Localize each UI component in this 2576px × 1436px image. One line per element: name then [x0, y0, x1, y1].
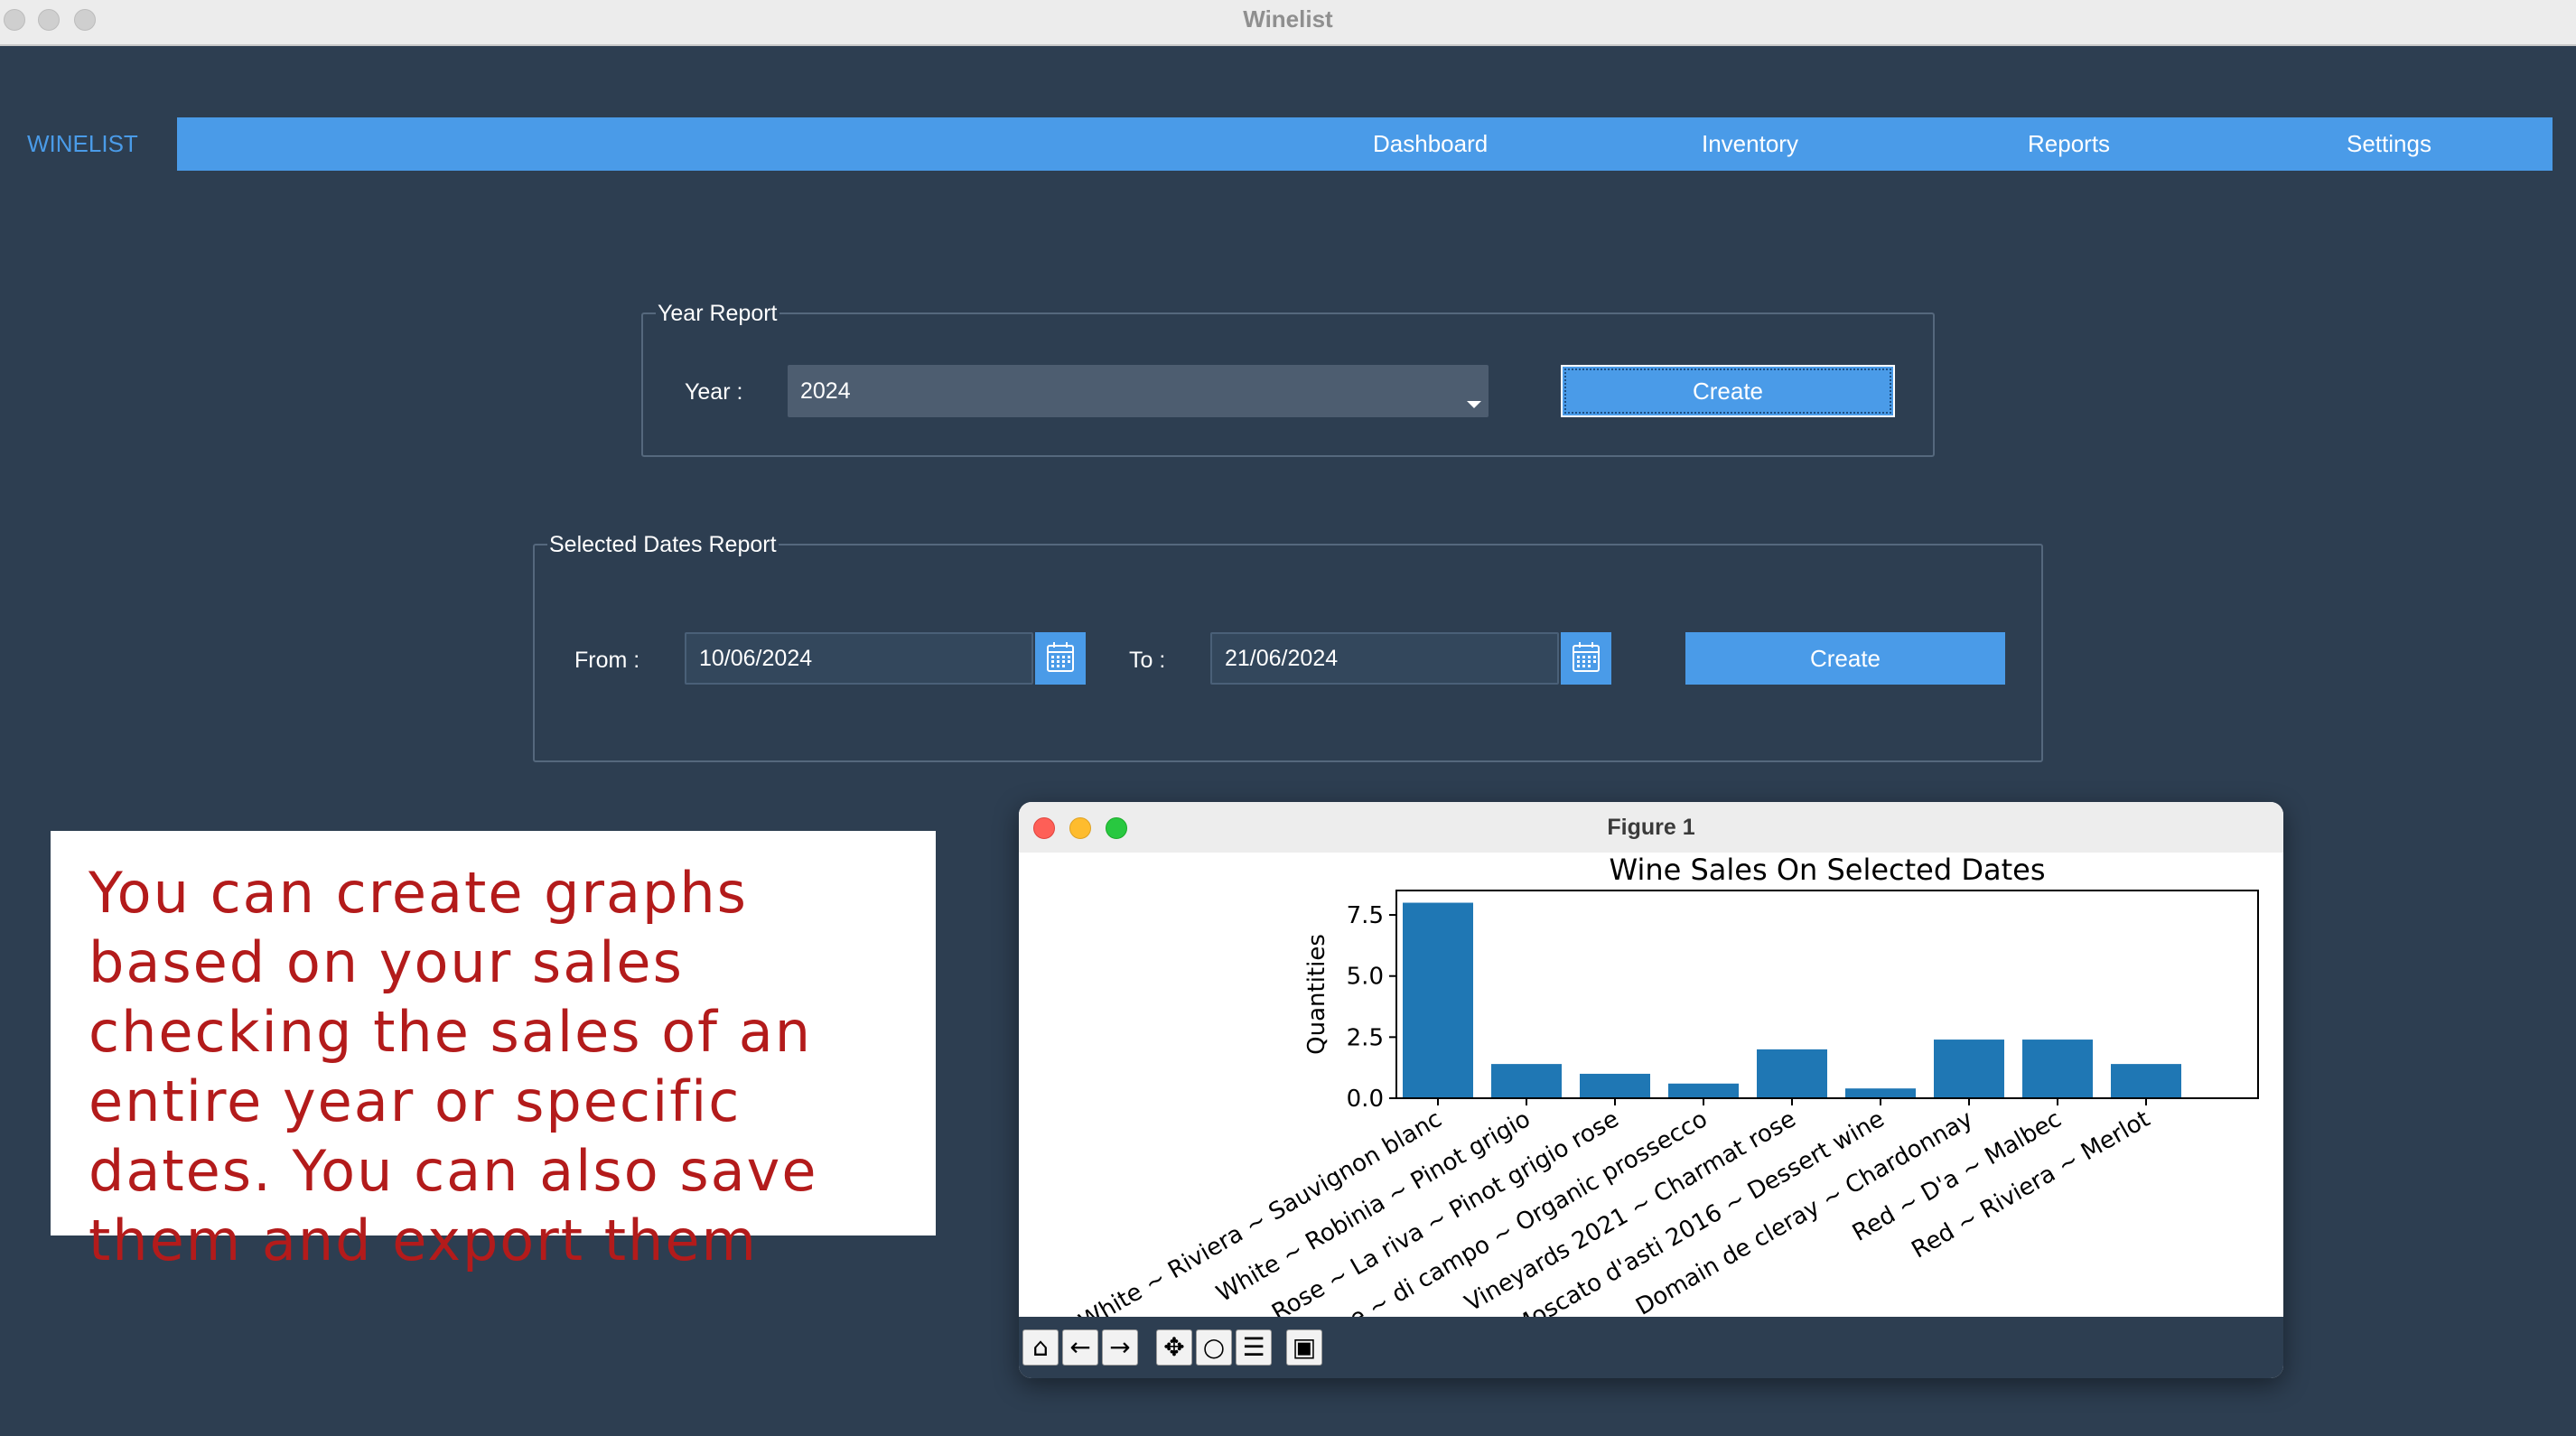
year-report-title: Year Report	[656, 300, 779, 327]
dates-report-title: Selected Dates Report	[547, 531, 779, 558]
year-select-value: 2024	[800, 378, 851, 404]
to-date-value: 21/06/2024	[1225, 646, 1339, 671]
nav-item-dashboard[interactable]: Dashboard	[1373, 117, 1488, 171]
back-arrow-icon[interactable]: ←	[1062, 1329, 1098, 1366]
dates-create-button[interactable]: Create	[1685, 632, 2005, 685]
dates-report-group: Selected Dates Report From : 10/06/2024 …	[533, 531, 2043, 762]
save-icon[interactable]: ▣	[1286, 1329, 1322, 1366]
bar	[1491, 1064, 1562, 1098]
figure-window: Figure 1 Wine Sales On Selected Dates Qu…	[1019, 802, 2283, 1378]
chart-title: Wine Sales On Selected Dates	[1610, 853, 2046, 887]
y-tick-label: 2.5	[1347, 1024, 1384, 1051]
pan-icon[interactable]: ✥	[1156, 1329, 1192, 1366]
bar	[1757, 1049, 1827, 1098]
brand-label[interactable]: WINELIST	[27, 130, 138, 158]
bar	[2111, 1064, 2181, 1098]
to-date-input[interactable]: 21/06/2024	[1210, 632, 1559, 685]
nav-item-reports[interactable]: Reports	[2028, 117, 2110, 171]
calendar-icon	[1573, 642, 1600, 672]
y-tick-label: 0.0	[1347, 1086, 1384, 1113]
bar	[1403, 902, 1473, 1098]
figure-title: Figure 1	[1607, 815, 1695, 840]
callout-box: You can create graphs based on your sale…	[51, 831, 936, 1273]
from-calendar-button[interactable]	[1035, 632, 1086, 685]
nav-bar: Dashboard Inventory Reports Settings	[177, 117, 2553, 171]
bar	[1934, 1040, 2004, 1098]
nav-item-inventory[interactable]: Inventory	[1702, 117, 1798, 171]
bar	[2022, 1040, 2093, 1098]
app-window: Winelist WINELIST Dashboard Inventory Re…	[0, 0, 2576, 1436]
window-title: Winelist	[1243, 5, 1333, 33]
y-axis-label: Quantities	[1303, 934, 1330, 1055]
y-tick-label: 5.0	[1347, 964, 1384, 991]
from-date-input[interactable]: 10/06/2024	[685, 632, 1033, 685]
sales-chart: Wine Sales On Selected Dates Quantities …	[1075, 853, 2259, 1317]
bar	[1580, 1073, 1650, 1098]
figure-toolbar: ⌂ ← → ✥ ○ ☰ ▣	[1019, 1317, 2283, 1378]
calendar-icon	[1047, 642, 1074, 672]
from-date-value: 10/06/2024	[699, 646, 813, 671]
year-label: Year :	[685, 379, 743, 405]
title-bar: Winelist	[0, 0, 2576, 46]
configure-subplots-icon[interactable]: ☰	[1236, 1329, 1272, 1366]
forward-arrow-icon[interactable]: →	[1102, 1329, 1138, 1366]
bar	[1668, 1083, 1739, 1098]
year-create-button[interactable]: Create	[1561, 365, 1895, 417]
bar	[1845, 1088, 1916, 1098]
nav-item-settings[interactable]: Settings	[2347, 117, 2431, 171]
home-icon[interactable]: ⌂	[1022, 1329, 1059, 1366]
year-report-group: Year Report Year : 2024 Create	[641, 300, 1935, 457]
from-label: From :	[574, 648, 640, 673]
zoom-icon[interactable]: ○	[1196, 1329, 1232, 1366]
year-select[interactable]: 2024	[788, 365, 1489, 417]
to-calendar-button[interactable]	[1561, 632, 1611, 685]
chevron-down-icon	[1467, 401, 1481, 408]
callout-text: You can create graphs based on your sale…	[89, 860, 818, 1273]
figure-canvas: Wine Sales On Selected Dates Quantities …	[1019, 853, 2283, 1317]
y-tick-label: 7.5	[1347, 902, 1384, 929]
to-label: To :	[1129, 648, 1166, 673]
figure-title-bar: Figure 1	[1019, 802, 2283, 853]
